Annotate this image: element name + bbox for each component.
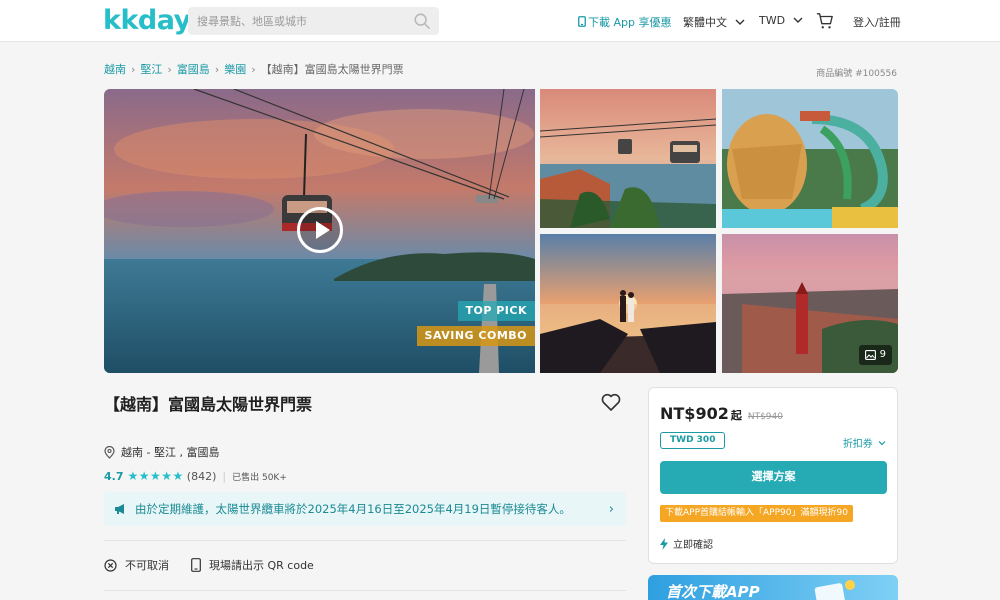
breadcrumb-separator: › bbox=[214, 63, 220, 76]
breadcrumb-item[interactable]: 堅江 bbox=[140, 63, 162, 76]
photo-gallery: TOP PICK SAVING COMBO 9 bbox=[104, 89, 898, 373]
divider bbox=[104, 590, 626, 591]
app-download-banner[interactable]: 首次下載APP bbox=[648, 575, 898, 600]
booking-card: NT$902 起 NT$940 TWD 300 折扣券 選擇方案 下載APP首購… bbox=[648, 387, 898, 564]
product-location: 越南 - 堅江 , 富國島 bbox=[104, 444, 219, 460]
lightning-icon bbox=[660, 537, 668, 550]
breadcrumb-item[interactable]: 富國島 bbox=[177, 63, 210, 76]
download-app-link[interactable]: 下載 App 享優惠 bbox=[578, 14, 671, 30]
download-app-label: 下載 App 享優惠 bbox=[588, 16, 672, 29]
language-selector[interactable]: 繁體中文 bbox=[683, 14, 745, 30]
sold-count: 已售出 50K+ bbox=[232, 472, 287, 483]
maintenance-notice[interactable]: 由於定期維護，太陽世界纜車將於2025年4月16日至2025年4月19日暫停接待… bbox=[104, 492, 626, 526]
rating-stars: ★★★★★ bbox=[127, 469, 184, 483]
photo-sunset-couple[interactable] bbox=[540, 234, 716, 373]
original-price: NT$940 bbox=[747, 412, 783, 422]
breadcrumb-separator: › bbox=[167, 63, 172, 76]
photo-count-badge[interactable]: 9 bbox=[858, 345, 892, 365]
app-promo-badge: 下載APP首購結帳輸入「APP90」滿額現折90 bbox=[660, 505, 853, 522]
feature-qr-code: 現場請出示 QR code bbox=[191, 557, 314, 573]
choose-plan-button[interactable]: 選擇方案 bbox=[660, 461, 887, 494]
chevron-down-icon bbox=[878, 441, 886, 446]
discount-label: 折扣券 bbox=[842, 439, 873, 450]
top-pick-tag: TOP PICK bbox=[457, 301, 535, 321]
saving-combo-tag: SAVING COMBO bbox=[416, 326, 535, 346]
discount-coupon-link[interactable]: 折扣券 bbox=[843, 435, 886, 450]
rating-score: 4.7 bbox=[104, 469, 124, 483]
photo-water-park[interactable] bbox=[722, 89, 898, 228]
photos-icon bbox=[864, 350, 876, 360]
feature-non-refundable: 不可取消 bbox=[104, 557, 169, 573]
login-link[interactable]: 登入/註冊 bbox=[853, 14, 901, 30]
coupon-illustration-icon bbox=[814, 580, 855, 600]
price-row: NT$902 起 NT$940 bbox=[660, 404, 783, 423]
phone-icon bbox=[578, 16, 586, 27]
search-input[interactable] bbox=[188, 7, 408, 35]
cart-icon[interactable] bbox=[816, 12, 834, 30]
chevron-down-icon bbox=[793, 17, 803, 23]
product-id: 商品編號 #100556 bbox=[816, 69, 897, 79]
search-bar[interactable] bbox=[188, 7, 439, 35]
top-header: kkday 下載 App 享優惠 繁體中文 TWD 登入/註冊 bbox=[0, 0, 1000, 42]
breadcrumb-separator: › bbox=[131, 63, 136, 76]
coupon-badge[interactable]: TWD 300 bbox=[660, 432, 726, 449]
cancel-icon bbox=[104, 558, 117, 572]
rating-summary[interactable]: 4.7 ★★★★★ (842) | 已售出 50K+ bbox=[104, 469, 287, 483]
divider bbox=[104, 540, 626, 541]
location-pin-icon bbox=[104, 445, 115, 459]
breadcrumb-separator: › bbox=[251, 63, 256, 76]
feature-label: 現場請出示 QR code bbox=[209, 559, 314, 572]
location-label: 越南 - 堅江 , 富國島 bbox=[121, 446, 220, 459]
language-label: 繁體中文 bbox=[683, 16, 727, 29]
phone-qr-icon bbox=[191, 558, 201, 572]
rating-divider: | bbox=[222, 469, 227, 483]
megaphone-icon bbox=[115, 504, 124, 514]
breadcrumb: 越南 › 堅江 › 富國島 › 樂園 › 【越南】富國島太陽世界門票 bbox=[104, 61, 404, 77]
review-count: (842) bbox=[186, 469, 217, 483]
instant-label: 立即確認 bbox=[673, 540, 713, 551]
breadcrumb-item[interactable]: 樂園 bbox=[224, 63, 246, 76]
photo-count-value: 9 bbox=[879, 349, 886, 360]
notice-text: 由於定期維護，太陽世界纜車將於2025年4月16日至2025年4月19日暫停接待… bbox=[135, 502, 571, 516]
current-price: NT$902 bbox=[660, 404, 729, 423]
feature-label: 不可取消 bbox=[125, 559, 169, 572]
breadcrumb-item[interactable]: 越南 bbox=[104, 63, 126, 76]
heart-icon[interactable] bbox=[600, 392, 622, 412]
price-suffix: 起 bbox=[730, 409, 742, 422]
chevron-down-icon bbox=[735, 19, 744, 25]
photo-island-town[interactable]: 9 bbox=[722, 234, 898, 373]
app-banner-text: 首次下載APP bbox=[666, 583, 760, 600]
play-video-button[interactable] bbox=[297, 207, 343, 253]
product-title: 【越南】富國島太陽世界門票 bbox=[104, 395, 313, 414]
currency-label: TWD bbox=[759, 14, 786, 27]
chevron-right-icon: › bbox=[608, 502, 614, 517]
photo-cable-car-bay[interactable] bbox=[540, 89, 716, 228]
currency-selector[interactable]: TWD bbox=[759, 14, 803, 27]
main-photo-cable-car[interactable]: TOP PICK SAVING COMBO bbox=[104, 89, 535, 373]
search-icon[interactable] bbox=[413, 12, 431, 30]
kkday-logo[interactable]: kkday bbox=[103, 5, 191, 36]
instant-confirmation: 立即確認 bbox=[660, 536, 713, 551]
breadcrumb-current: 【越南】富國島太陽世界門票 bbox=[260, 63, 404, 76]
